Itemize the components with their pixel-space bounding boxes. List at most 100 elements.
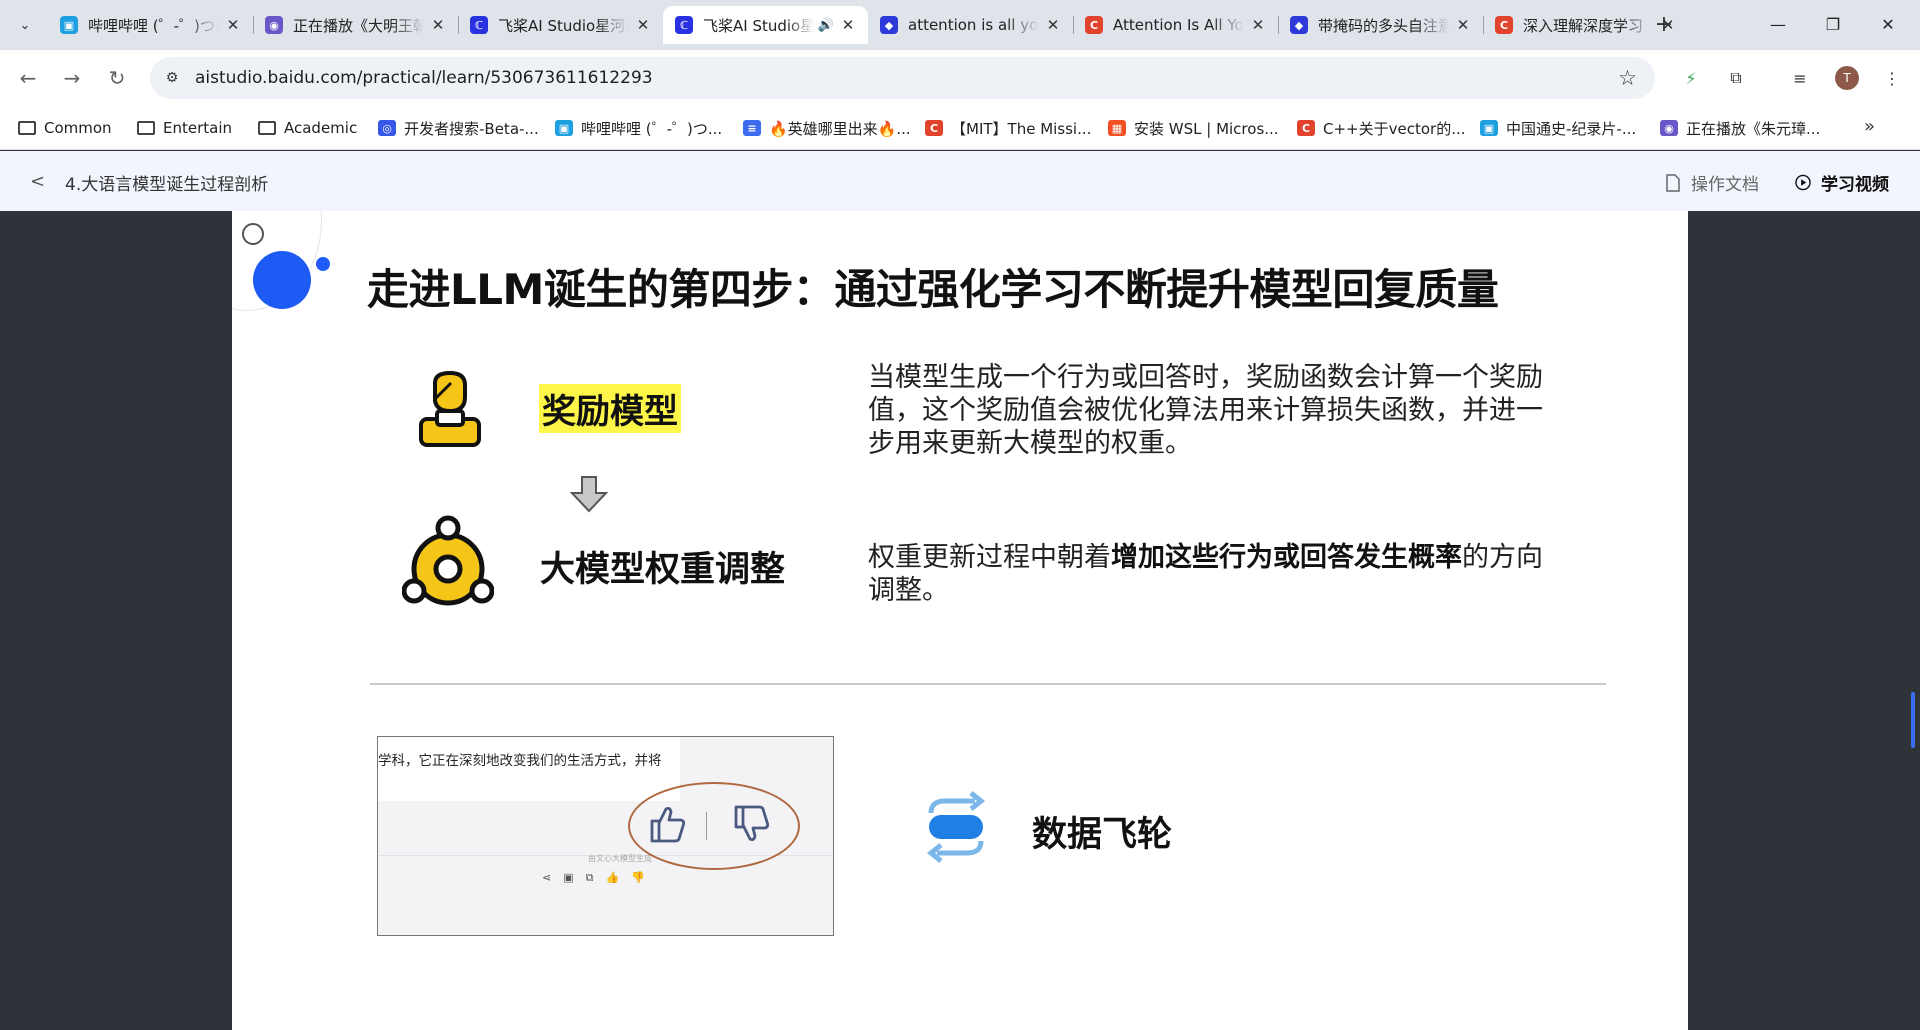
bookmark-item[interactable]: Academic [258, 116, 357, 140]
bookmark-item[interactable]: ▣ 哔哩哔哩 (゜-゜)つ... [555, 116, 722, 140]
tab-search-dropdown-icon[interactable]: ⌄ [10, 10, 40, 40]
new-tab-button[interactable]: + [1650, 10, 1678, 38]
forward-arrow-icon[interactable]: → [56, 62, 88, 94]
tab-close-icon[interactable]: ✕ [223, 16, 243, 34]
study-video-link[interactable]: 学习视频 [1795, 170, 1889, 195]
tab-title: 飞桨AI Studio星河社区 [498, 16, 629, 35]
bookmark-label: Entertain [163, 119, 233, 137]
play-circle-icon: ◉ [265, 16, 283, 34]
bilibili-icon: ▣ [60, 16, 78, 34]
course-header: < 4.大语言模型诞生过程剖析 操作文档 学习视频 [0, 151, 1920, 211]
url-text[interactable]: aistudio.baidu.com/practical/learn/53067… [195, 68, 653, 88]
browser-tab[interactable]: ▣ 哔哩哔哩 (゜-゜)つロ 干杯~-bilibili✕ [48, 6, 253, 44]
bookmark-label: 开发者搜索-Beta-... [404, 119, 539, 138]
paddle-icon: ℂ [470, 16, 488, 34]
microsoft-icon: ▦ [1108, 120, 1126, 136]
data-flywheel-label: 数据飞轮 [1032, 815, 1173, 855]
folder-icon [137, 121, 155, 135]
document-icon [1665, 173, 1681, 192]
tab-close-icon[interactable]: ✕ [1248, 16, 1268, 34]
play-circle-icon [1795, 174, 1811, 192]
bookmark-star-icon[interactable]: ☆ [1618, 66, 1637, 90]
browser-tab[interactable]: ℂ 飞桨AI Studio星河社区✕ [458, 6, 663, 44]
extension-icon[interactable]: ⚡ [1677, 64, 1705, 92]
doc-icon: ≡ [743, 120, 761, 136]
tab-close-icon[interactable]: ✕ [428, 16, 448, 34]
close-window-icon[interactable]: ✕ [1861, 0, 1915, 48]
browser-menu-icon[interactable]: ⋮ [1878, 64, 1906, 92]
adjust-desc-prefix: 权重更新过程中朝着 [868, 542, 1111, 573]
screenshot-action-icons: ⋖ ▣ ⧉ 👍 👎 [542, 871, 645, 885]
tab-title: 哔哩哔哩 (゜-゜)つロ 干杯~-bilibili [88, 16, 219, 35]
profile-avatar[interactable]: T [1835, 66, 1859, 90]
bookmark-item[interactable]: ◎ 开发者搜索-Beta-... [378, 116, 539, 140]
tab-audio-icon[interactable]: 🔊 [818, 18, 834, 33]
slide-canvas: 走进LLM诞生的第四步：通过强化学习不断提升模型回复质量 奖励模型 大模型权重调… [232, 211, 1688, 1030]
bookmark-item[interactable]: Entertain [137, 116, 232, 140]
bookmarks-bar: Common Entertain Academic ◎ 开发者搜索-Beta-... ▣ 哔… [0, 106, 1920, 150]
media-control-icon[interactable]: ≡ [1786, 64, 1814, 92]
back-arrow-icon[interactable]: ← [12, 62, 44, 94]
paddle-icon: ℂ [675, 16, 693, 34]
bookmark-item[interactable]: ◉ 正在播放《朱元璋... [1660, 116, 1820, 140]
thumbs-down-icon [734, 805, 770, 841]
flywheel-loop-icon [926, 791, 986, 863]
bilibili-icon: ▣ [555, 120, 573, 136]
browser-tab[interactable]: ℂ 飞桨AI Studio星河社区 🔊 ✕ [663, 6, 868, 44]
reward-model-label: 奖励模型 [539, 384, 681, 433]
share-icon: ⋖ [542, 871, 552, 884]
adjust-desc-emphasis: 增加这些行为或回答发生概率 [1111, 542, 1462, 573]
scrollbar-thumb[interactable] [1911, 692, 1915, 748]
reload-icon[interactable]: ↻ [101, 62, 133, 94]
bookmarks-overflow-icon[interactable]: » [1864, 116, 1875, 137]
screenshot-text-area: 学科，它正在深刻地改变我们的生活方式，并将 [378, 737, 680, 801]
tab-title: 飞桨AI Studio星河社区 [703, 16, 814, 35]
browser-tab[interactable]: C Attention Is All You Need✕ [1073, 6, 1278, 44]
csdn-icon: C [925, 120, 943, 136]
reward-person-icon [419, 371, 481, 447]
small-thumbs-up-icon: 👍 [605, 871, 620, 884]
adjust-description: 权重更新过程中朝着增加这些行为或回答发生概率的方向调整。 [868, 541, 1568, 607]
tab-close-icon[interactable]: ✕ [633, 16, 653, 34]
browser-tab[interactable]: ◆ attention is all you need✕ [868, 6, 1073, 44]
tab-title: 带掩码的多头自注意力 [1318, 16, 1449, 35]
slide-title: 走进LLM诞生的第四步：通过强化学习不断提升模型回复质量 [367, 265, 1499, 314]
bookmark-item[interactable]: Common [18, 116, 112, 140]
back-chevron-icon[interactable]: < [30, 171, 45, 192]
down-arrow-icon [570, 476, 608, 513]
browser-toolbar: ← → ↻ ⚙ aistudio.baidu.com/practical/lea… [0, 50, 1920, 106]
bookmark-label: C++关于vector的... [1323, 119, 1466, 138]
bookmark-label: Academic [284, 119, 358, 137]
browser-tab[interactable]: ◉ 正在播放《大明王朝1566》✕ [253, 6, 458, 44]
tab-title: attention is all you need [908, 16, 1039, 34]
bilibili-icon: ▣ [1480, 120, 1498, 136]
folder-icon [258, 121, 276, 135]
tab-title: 深入理解深度学习 [1523, 16, 1644, 35]
bookmark-label: Common [44, 119, 112, 137]
browser-tab[interactable]: ◆ 带掩码的多头自注意力✕ [1278, 6, 1483, 44]
extensions-puzzle-icon[interactable]: ⧉ [1722, 64, 1750, 92]
tab-strip: ⌄ ▣哔哩哔哩 (゜-゜)つロ 干杯~-bilibili✕◉正在播放《大明王朝1… [0, 0, 1920, 50]
csdn-icon: C [1495, 16, 1513, 34]
bookmark-label: 中国通史-纪录片-... [1506, 119, 1637, 138]
tab-close-icon[interactable]: ✕ [1043, 16, 1063, 34]
operation-doc-link[interactable]: 操作文档 [1665, 170, 1759, 195]
bookmark-item[interactable]: ▦ 安装 WSL | Micros... [1108, 116, 1279, 140]
operation-doc-label: 操作文档 [1691, 175, 1759, 195]
copy-icon: ⧉ [585, 871, 594, 884]
bookmark-item[interactable]: ≡ 🔥英雄哪里出来🔥... [743, 116, 911, 140]
address-bar[interactable]: ⚙ aistudio.baidu.com/practical/learn/530… [150, 57, 1655, 99]
minimize-window-icon[interactable]: — [1751, 0, 1805, 48]
bookmark-item[interactable]: ▣ 中国通史-纪录片-... [1480, 116, 1636, 140]
bookmark-item[interactable]: C C++关于vector的... [1297, 116, 1466, 140]
thumb-separator [706, 812, 707, 840]
tab-close-icon[interactable]: ✕ [838, 16, 858, 34]
screenshot-text: 学科，它正在深刻地改变我们的生活方式，并将 [378, 753, 662, 769]
csdn-icon: C [1085, 16, 1103, 34]
bookmark-label: 哔哩哔哩 (゜-゜)つ... [581, 119, 723, 138]
image-icon: ▣ [563, 871, 574, 884]
tab-close-icon[interactable]: ✕ [1453, 16, 1473, 34]
restore-window-icon[interactable]: ❐ [1806, 0, 1860, 48]
site-info-icon[interactable]: ⚙ [162, 68, 182, 88]
bookmark-item[interactable]: C 【MIT】The Missi... [925, 116, 1091, 140]
